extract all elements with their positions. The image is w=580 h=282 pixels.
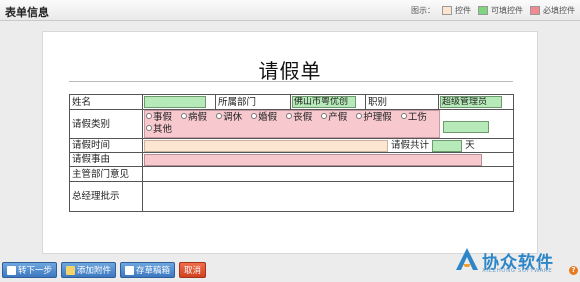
supervisor-opinion-label: 主管部门意见 xyxy=(69,166,143,182)
position-value: 超级管理员 xyxy=(442,97,488,107)
radio-leave-sick[interactable]: 病假 xyxy=(181,112,207,124)
radio-circle-icon xyxy=(146,113,152,119)
leave-type-extra-input[interactable] xyxy=(443,121,490,133)
radio-circle-icon xyxy=(216,113,223,119)
save-draft-button[interactable]: 存草稿箱 xyxy=(120,262,176,278)
radio-leave-nursing[interactable]: 护理假 xyxy=(356,112,392,124)
logo-tagline: XIEZHONG SOFTWARE xyxy=(482,268,553,274)
radio-leave-bereavement[interactable]: 丧假 xyxy=(286,112,312,124)
gm-approval-label: 总经理批示 xyxy=(69,181,143,212)
next-step-label: 转下一步 xyxy=(18,266,53,276)
title-divider xyxy=(69,81,513,82)
day-unit-label: 天 xyxy=(465,140,475,151)
leave-time-cell: 请假共计 天 xyxy=(142,138,514,153)
dept-value: 佛山市粤优创 xyxy=(294,97,349,107)
forward-icon xyxy=(7,265,16,275)
leave-form-table: 姓名 所属部门 佛山市粤优创 职别 超级管理员 请假类别 事假 病假 调休 婚假… xyxy=(69,94,514,212)
help-icon[interactable]: ? xyxy=(569,266,578,275)
legend-control-swatch xyxy=(442,6,452,15)
name-input[interactable] xyxy=(144,96,206,108)
form-paper: 请假单 姓名 所属部门 佛山市粤优创 职别 超级管理员 请假类别 事假 病假 调… xyxy=(42,31,538,254)
leave-reason-label: 请假事由 xyxy=(69,152,143,167)
logo-mark-icon xyxy=(456,248,478,270)
legend-required-swatch xyxy=(530,6,540,15)
cancel-button[interactable]: 取消 xyxy=(179,262,207,278)
radio-circle-icon xyxy=(181,113,188,119)
radio-leave-personal[interactable]: 事假 xyxy=(146,112,172,124)
radio-leave-other[interactable]: 其他 xyxy=(146,124,172,136)
attachment-icon xyxy=(66,265,76,275)
radio-leave-injury[interactable]: 工伤 xyxy=(400,112,427,124)
radio-circle-icon xyxy=(356,113,363,119)
radio-leave-marriage[interactable]: 婚假 xyxy=(251,112,277,124)
row-leave-reason: 请假事由 xyxy=(69,152,514,167)
radio-circle-icon xyxy=(251,113,258,119)
add-attachment-button[interactable]: 添加附件 xyxy=(61,262,117,278)
leave-time-label: 请假时间 xyxy=(69,138,143,153)
radio-circle-icon xyxy=(286,113,293,119)
action-bar: 转下一步 添加附件 存草稿箱 取消 xyxy=(0,262,207,282)
header-bar: 表单信息 图示： 控件 可填控件 必填控件 xyxy=(0,0,580,21)
leave-type-radio-group: 事假 病假 调休 婚假 丧假 产假 护理假 工伤 其他 xyxy=(144,110,440,138)
supervisor-opinion-cell xyxy=(142,166,514,182)
legend: 图示： 控件 可填控件 必填控件 xyxy=(411,5,575,16)
radio-circle-icon xyxy=(146,125,152,131)
name-cell xyxy=(142,94,216,110)
section-title: 表单信息 xyxy=(5,6,49,19)
add-attachment-label: 添加附件 xyxy=(77,266,112,276)
position-cell: 超级管理员 xyxy=(438,94,514,110)
row-supervisor-opinion: 主管部门意见 xyxy=(69,166,514,182)
next-step-button[interactable]: 转下一步 xyxy=(2,262,58,278)
row-leave-type: 请假类别 事假 病假 调休 婚假 丧假 产假 护理假 工伤 其他 xyxy=(69,109,514,139)
total-days-label: 请假共计 xyxy=(391,140,430,151)
legend-control-label: 控件 xyxy=(455,6,471,15)
total-days-input[interactable] xyxy=(432,139,463,152)
legend-fillable-label: 可填控件 xyxy=(491,6,523,15)
row-gm-approval: 总经理批示 xyxy=(69,181,514,212)
row-basic-info: 姓名 所属部门 佛山市粤优创 职别 超级管理员 xyxy=(69,94,514,110)
leave-type-cell: 事假 病假 调休 婚假 丧假 产假 护理假 工伤 其他 xyxy=(142,109,514,139)
leave-reason-cell xyxy=(142,152,514,167)
cancel-label: 取消 xyxy=(184,266,202,276)
gm-approval-cell xyxy=(142,181,514,212)
leave-time-input[interactable] xyxy=(144,139,388,152)
radio-circle-icon xyxy=(321,113,328,119)
dept-cell: 佛山市粤优创 xyxy=(290,94,366,110)
radio-leave-maternity[interactable]: 产假 xyxy=(321,112,347,124)
position-label: 职别 xyxy=(365,94,439,110)
save-draft-label: 存草稿箱 xyxy=(136,266,171,276)
radio-circle-icon xyxy=(400,113,407,119)
legend-required-label: 必填控件 xyxy=(543,6,575,15)
brand-logo: 协众软件 XIEZHONG SOFTWARE ? xyxy=(452,244,578,280)
leave-reason-input[interactable] xyxy=(144,153,482,166)
name-label: 姓名 xyxy=(69,94,143,110)
legend-fillable-swatch xyxy=(478,6,488,15)
dept-label: 所属部门 xyxy=(215,94,291,110)
legend-label: 图示： xyxy=(411,6,435,15)
row-leave-time: 请假时间 请假共计 天 xyxy=(69,138,514,153)
radio-leave-compensatory[interactable]: 调休 xyxy=(216,112,242,124)
dept-input[interactable]: 佛山市粤优创 xyxy=(292,96,356,108)
position-input[interactable]: 超级管理员 xyxy=(440,96,502,108)
form-title: 请假单 xyxy=(258,59,322,83)
leave-type-label: 请假类别 xyxy=(69,109,143,139)
save-icon xyxy=(125,265,135,275)
